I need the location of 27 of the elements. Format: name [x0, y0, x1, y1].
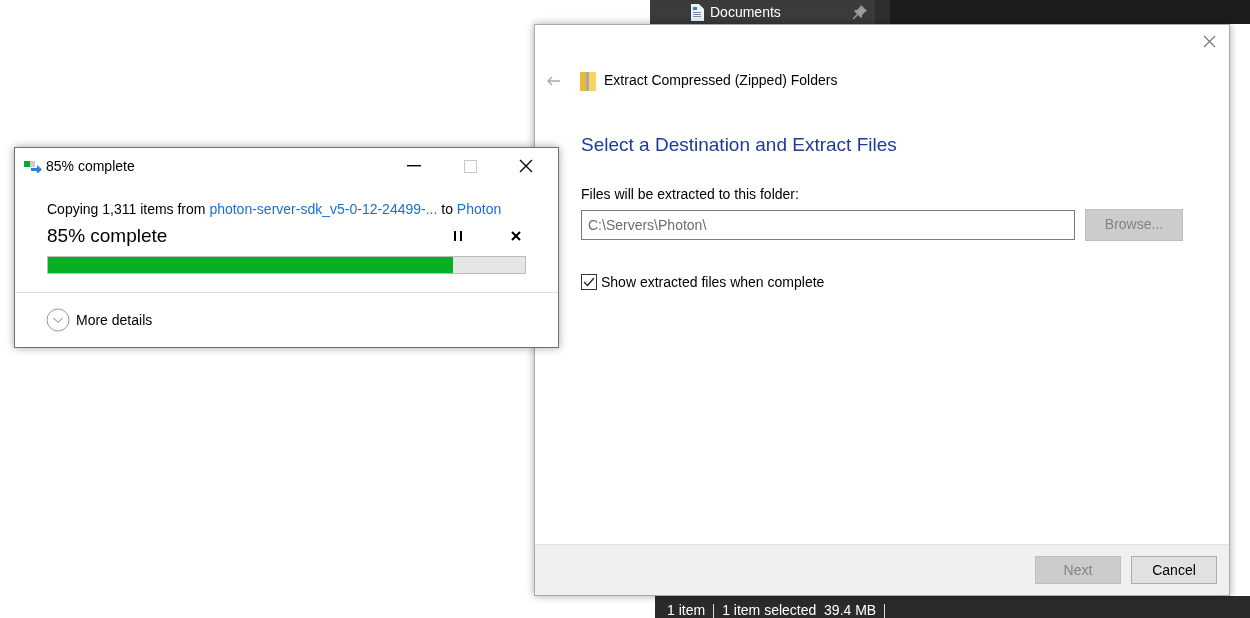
expand-icon[interactable]	[46, 308, 70, 332]
zip-folder-icon	[580, 70, 596, 91]
copy-status-text: Copying 1,311 items from photon-server-sdk_v5-0-12-24499-... to Photon	[47, 200, 503, 219]
checkbox-label[interactable]: Show extracted files when complete	[601, 271, 825, 293]
cancel-icon[interactable]	[511, 231, 521, 241]
minimize-icon[interactable]	[407, 165, 421, 167]
window-title: 85% complete	[46, 156, 135, 176]
status-text: 1 item selected 39.4 MB	[722, 602, 877, 618]
wizard-button[interactable]: Cancel	[1131, 556, 1217, 584]
checkbox[interactable]	[581, 274, 597, 290]
pin-icon[interactable]	[853, 5, 867, 19]
pause-icon[interactable]	[453, 231, 463, 241]
folder-label: Files will be extracted to this folder:	[581, 184, 800, 204]
wizard-heading: Select a Destination and Extract Files	[581, 133, 898, 157]
folder-path-field[interactable]: C:\Servers\Photon\	[581, 209, 1075, 240]
folder-link[interactable]: photon-server-sdk_v5-0-12-24499-...	[209, 201, 438, 217]
folder-link[interactable]: Photon	[456, 201, 502, 217]
status-text: 1 item	[667, 602, 706, 618]
scrollbar[interactable]	[875, 0, 890, 24]
close-icon[interactable]	[519, 159, 533, 173]
wizard-title: Extract Compressed (Zipped) Folders	[604, 71, 838, 90]
copy-icon	[24, 159, 42, 173]
document-icon	[690, 3, 704, 21]
back-arrow-icon[interactable]	[546, 75, 560, 86]
more-details-link[interactable]: More details	[76, 309, 153, 331]
progress-heading: 85% complete	[47, 224, 168, 248]
documents-item[interactable]: Documents	[710, 1, 781, 23]
